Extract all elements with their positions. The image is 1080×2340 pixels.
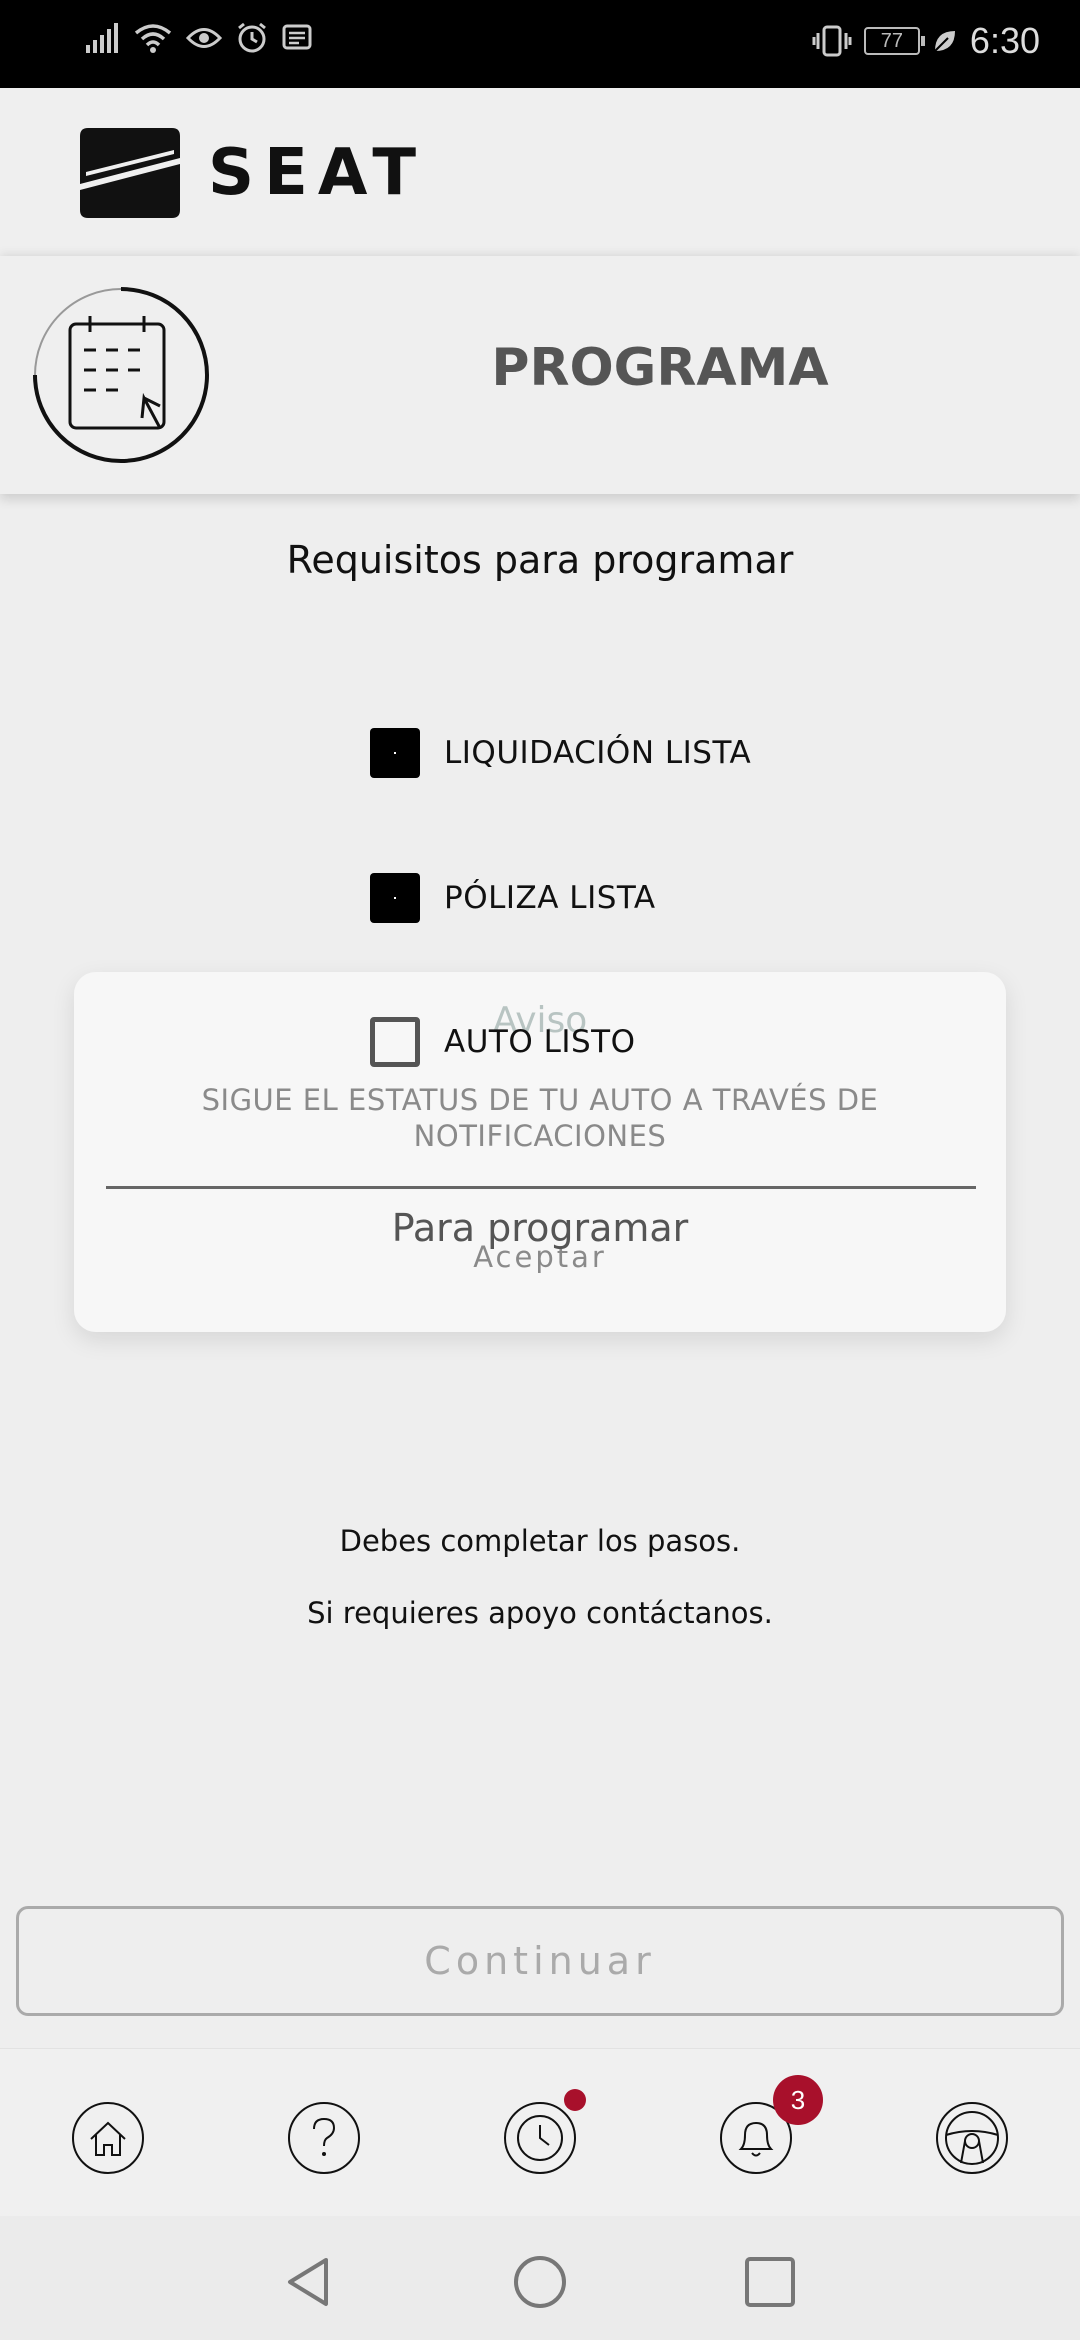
home-icon[interactable] <box>71 2101 145 2175</box>
status-time: 6:30 <box>969 20 1040 61</box>
page-title-card: PROGRAMA <box>0 256 1080 494</box>
message-icon <box>282 24 312 50</box>
wifi-icon <box>134 24 172 53</box>
home-circle-icon[interactable] <box>512 2254 568 2310</box>
app-header: SEAT <box>0 88 1080 256</box>
seat-logo: SEAT <box>80 128 426 218</box>
requirements-title: Requisitos para programar <box>286 538 794 582</box>
status-bar: 77 6:30 <box>0 0 1080 88</box>
signal-icon <box>86 23 118 53</box>
dialog-message: SIGUE EL ESTATUS DE TU AUTO A TRAVÉS DE … <box>201 1083 879 1153</box>
checkbox-liquidacion[interactable] <box>370 728 420 778</box>
requirement-label: LIQUIDACIÓN LISTA <box>444 735 752 771</box>
recents-icon[interactable] <box>742 2254 798 2310</box>
alarm-icon <box>238 22 266 53</box>
requirement-poliza[interactable]: PÓLIZA LISTA <box>370 873 656 923</box>
dialog-divider <box>106 1186 976 1189</box>
back-icon[interactable] <box>280 2254 336 2310</box>
system-nav-bar <box>0 2216 1080 2340</box>
seat-emblem-icon <box>80 128 180 218</box>
leaf-icon <box>934 31 955 52</box>
info-line-1: Debes completar los pasos. <box>339 1524 741 1558</box>
section-label: Para programar <box>391 1206 689 1250</box>
battery-icon: 77 <box>863 27 925 55</box>
requirement-liquidacion[interactable]: LIQUIDACIÓN LISTA <box>370 728 751 778</box>
vibrate-icon <box>812 25 852 57</box>
requirement-label: PÓLIZA LISTA <box>444 880 656 916</box>
info-line-2: Si requieres apoyo contáctanos. <box>307 1596 773 1630</box>
notification-count-badge: 3 <box>773 2075 823 2125</box>
help-icon[interactable] <box>287 2101 361 2175</box>
checkbox-auto[interactable] <box>370 1017 420 1067</box>
eye-icon <box>186 28 222 48</box>
requirement-auto[interactable]: AUTO LISTO <box>370 1017 636 1067</box>
clock-notification-dot <box>564 2089 586 2111</box>
status-right-icons: 77 6:30 <box>812 20 1040 62</box>
bottom-nav: 3 <box>0 2048 1080 2216</box>
page-title: PROGRAMA <box>491 338 829 398</box>
requirement-label: AUTO LISTO <box>444 1024 636 1060</box>
continue-button[interactable]: Continuar <box>16 1906 1064 2016</box>
clock-icon[interactable] <box>503 2101 577 2175</box>
status-left-icons <box>86 22 312 54</box>
checkbox-poliza[interactable] <box>370 873 420 923</box>
steering-wheel-icon[interactable] <box>935 2101 1009 2175</box>
brand-wordmark: SEAT <box>208 136 427 210</box>
calendar-click-icon <box>33 287 209 463</box>
